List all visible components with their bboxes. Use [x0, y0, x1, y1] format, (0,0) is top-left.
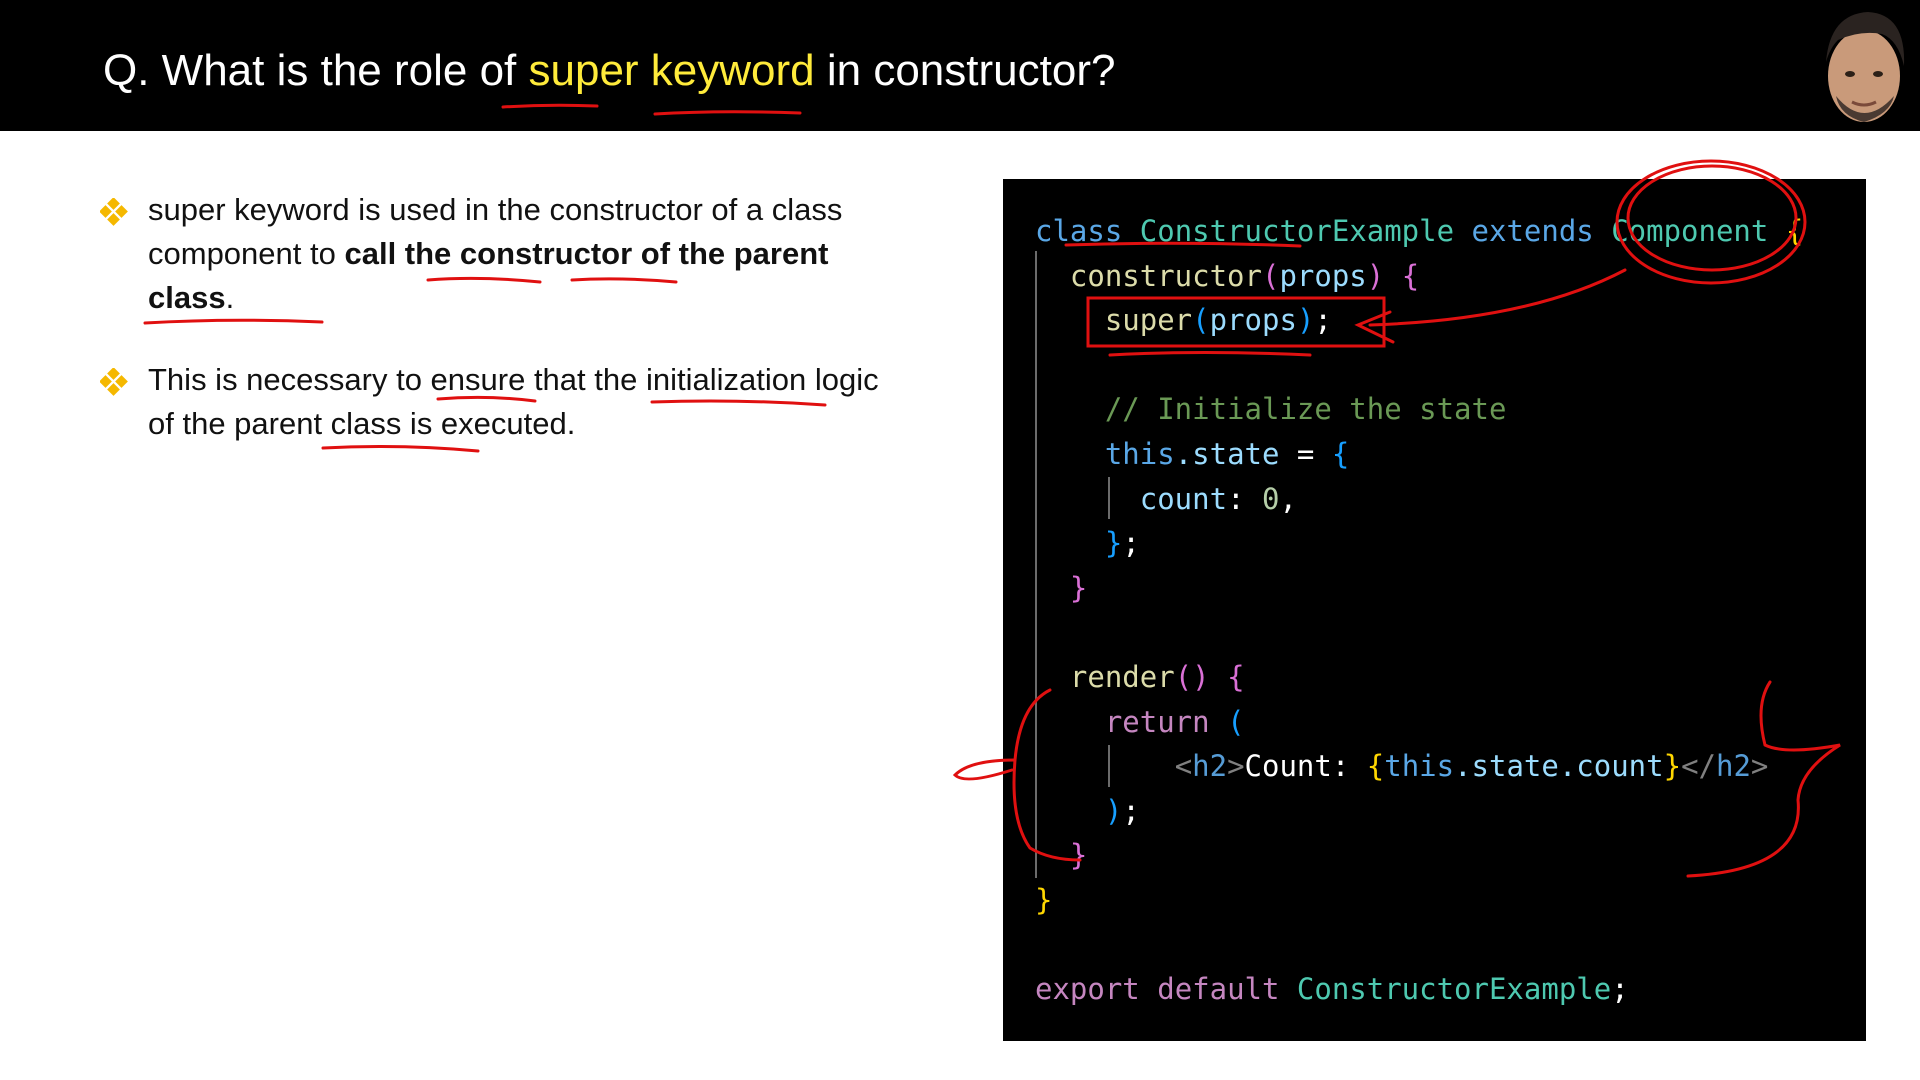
code-token: >	[1750, 749, 1769, 784]
code-token: ConstructorExample	[1296, 972, 1612, 1007]
code-token: ,	[1279, 481, 1297, 516]
code-token: h2	[1715, 749, 1751, 784]
code-token: return	[1104, 704, 1210, 739]
code-token: {	[1366, 749, 1385, 784]
code-token: ;	[1314, 303, 1332, 338]
code-token: (	[1227, 704, 1245, 739]
code-token: Component	[1611, 214, 1769, 248]
bullet-item-1: super keyword is used in the constructor…	[100, 188, 880, 320]
code-token: this	[1104, 436, 1175, 471]
slide-header: Q. What is the role of super keyword in …	[0, 0, 1920, 131]
code-token: render	[1069, 659, 1175, 694]
code-token: >	[1227, 749, 1245, 784]
code-token: ConstructorExample	[1139, 214, 1455, 248]
code-token: </	[1681, 749, 1716, 784]
code-token: )	[1366, 258, 1385, 293]
code-token: default	[1157, 972, 1280, 1007]
code-token: }	[1069, 570, 1088, 605]
slide-title: Q. What is the role of super keyword in …	[103, 46, 1115, 96]
code-token: {	[1785, 214, 1804, 248]
code-token: (	[1192, 303, 1210, 338]
code-token: }	[1104, 526, 1123, 561]
code-token: )	[1296, 303, 1315, 338]
code-token: .state.count	[1454, 749, 1664, 784]
code-token: }	[1663, 749, 1682, 784]
code-token: {	[1331, 436, 1350, 471]
title-text-end: in constructor?	[814, 46, 1116, 95]
code-token: ;	[1122, 793, 1140, 828]
code-token: props	[1209, 303, 1297, 338]
code-token: :	[1227, 481, 1262, 516]
code-token: 0	[1262, 481, 1280, 516]
code-token: <	[1174, 749, 1193, 784]
code-panel: class ConstructorExample extends Compone…	[1003, 179, 1866, 1041]
code-token: props	[1279, 258, 1367, 293]
bullet-text: This is necessary to ensure that the ini…	[148, 362, 879, 441]
code-token: =	[1279, 436, 1332, 471]
title-highlight: super keyword	[528, 46, 815, 95]
code-token: ;	[1611, 972, 1629, 1007]
code-token: class	[1035, 214, 1123, 248]
code-token: ;	[1122, 526, 1140, 561]
diamond-bullet-icon	[100, 368, 128, 396]
code-token: ()	[1174, 659, 1210, 694]
code-token: Count:	[1244, 749, 1367, 784]
code-token: }	[1069, 838, 1088, 873]
code-token: {	[1401, 258, 1420, 293]
bullet-text-end: .	[225, 280, 235, 315]
diamond-bullet-icon	[100, 198, 128, 226]
code-token: extends	[1471, 214, 1594, 248]
presenter-avatar-icon	[1812, 4, 1916, 130]
code-comment: // Initialize the state	[1104, 392, 1507, 427]
code-token: export	[1035, 972, 1140, 1007]
code-token: this	[1384, 749, 1455, 784]
code-token: {	[1227, 659, 1245, 694]
code-token: .state	[1174, 436, 1280, 471]
code-token: )	[1104, 793, 1123, 828]
code-token: super	[1104, 303, 1193, 338]
code-token: count	[1139, 481, 1228, 516]
code-token: constructor	[1069, 258, 1262, 293]
code-token: (	[1261, 258, 1280, 293]
bullet-item-2: This is necessary to ensure that the ini…	[100, 358, 880, 446]
code-token: h2	[1192, 749, 1228, 784]
title-text-start: Q. What is the role of	[103, 46, 529, 95]
code-token: }	[1035, 882, 1053, 917]
code-block: class ConstructorExample extends Compone…	[1035, 209, 1803, 1012]
bullet-list: super keyword is used in the constructor…	[100, 188, 880, 484]
